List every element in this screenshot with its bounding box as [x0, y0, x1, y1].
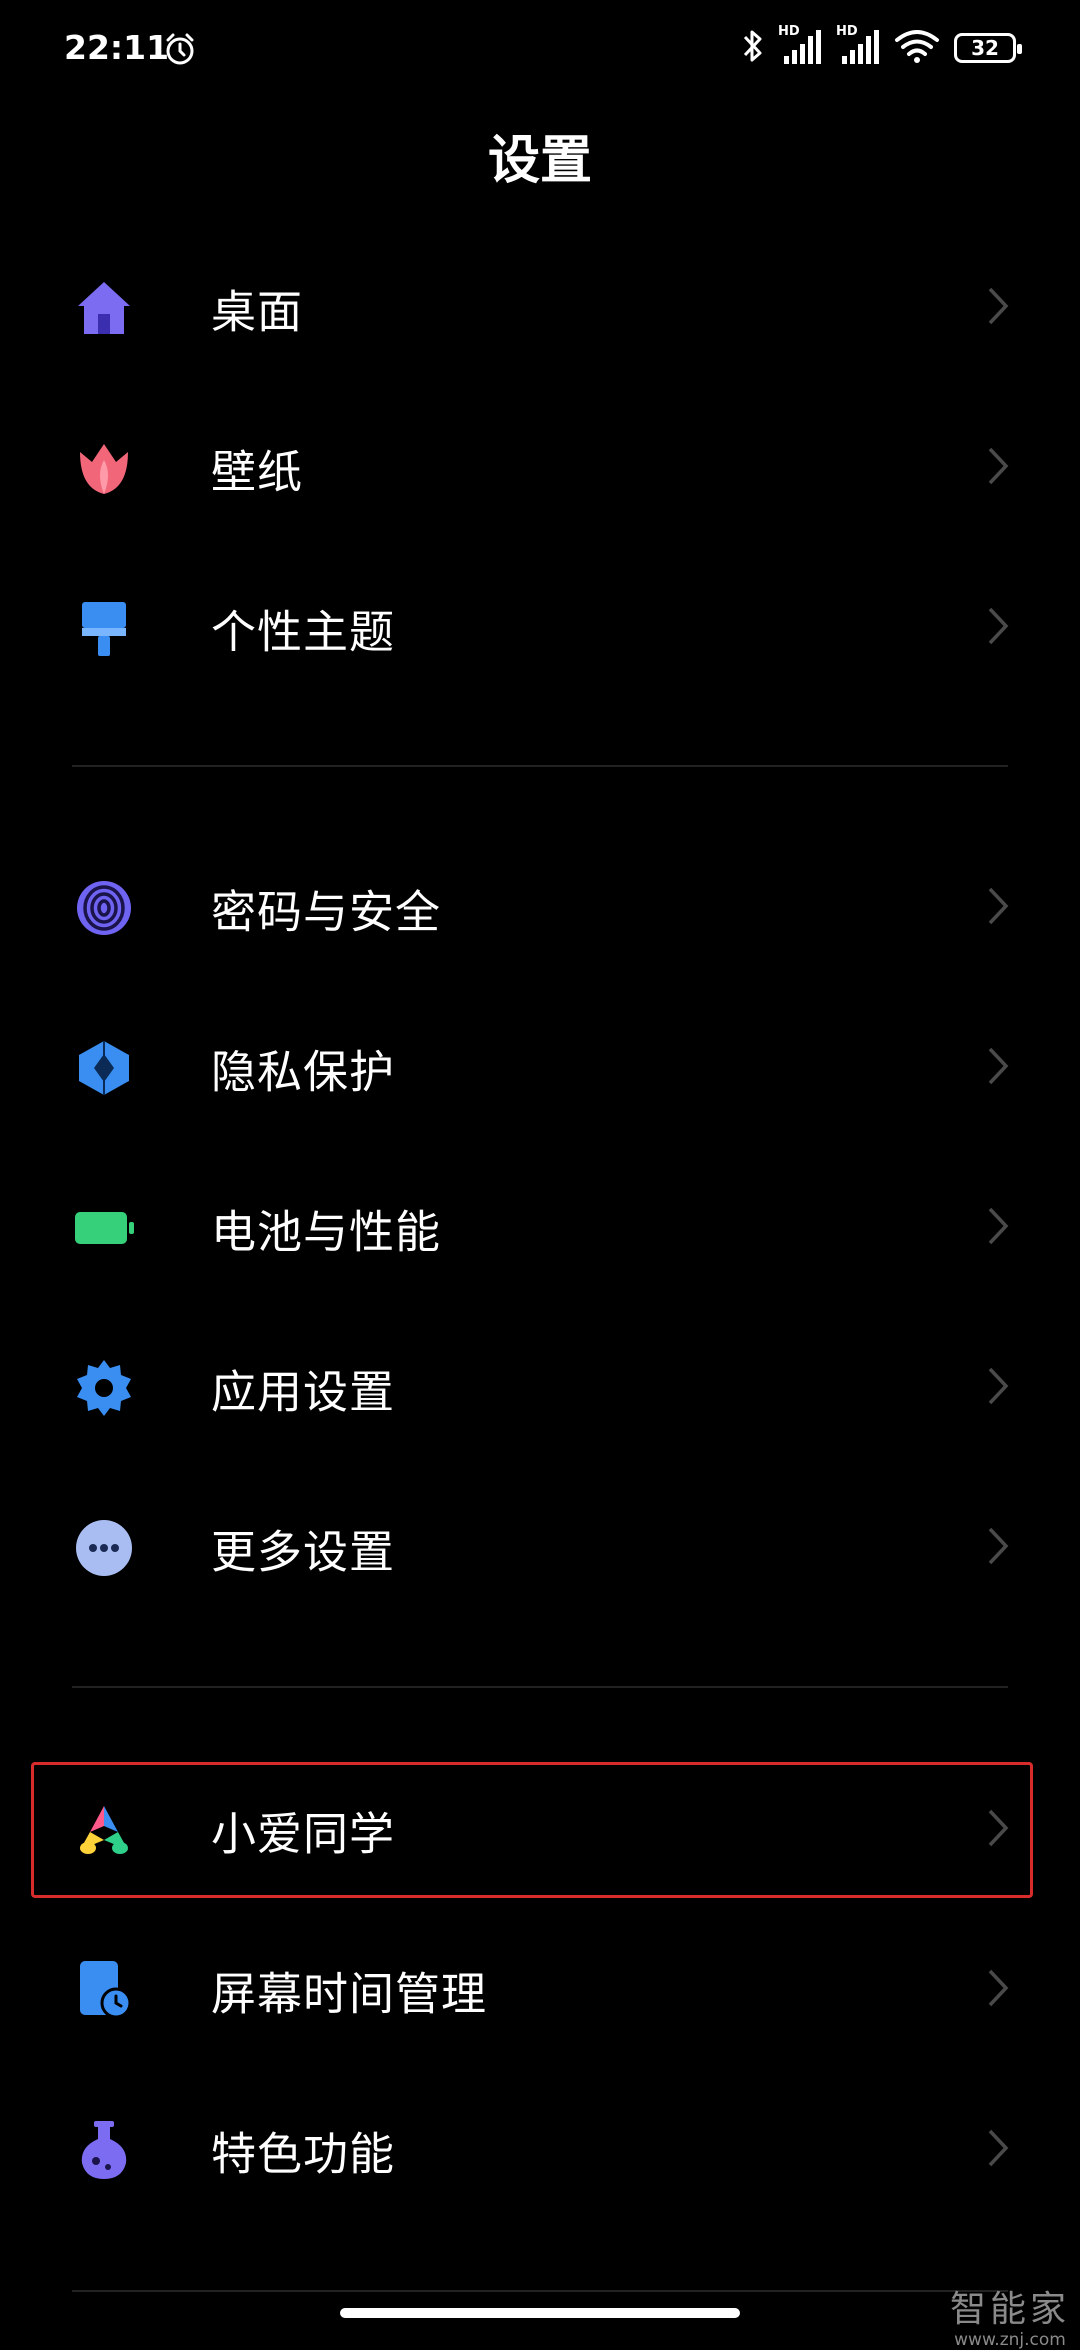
battery-level: 32 [971, 36, 999, 60]
settings-item-desktop[interactable]: 桌面 [0, 238, 1080, 378]
section-divider [72, 2290, 1008, 2292]
settings-item-app-settings[interactable]: 应用设置 [0, 1318, 1080, 1458]
settings-item-label: 电池与性能 [211, 1205, 442, 1259]
clock-time: 22:11 [64, 28, 170, 67]
hd-label-1: HD [778, 24, 800, 39]
settings-item-label: 密码与安全 [211, 885, 442, 939]
settings-item-label: 隐私保护 [211, 1045, 396, 1099]
signal-icon-2: HD [836, 24, 880, 68]
home-indicator[interactable] [340, 2308, 740, 2318]
status-bar: 22:11 HD HD 32 [0, 0, 1080, 100]
alarm-icon [163, 32, 197, 70]
hd-label-2: HD [836, 24, 858, 39]
chevron-right-icon [986, 606, 1010, 650]
settings-item-battery-performance[interactable]: 电池与性能 [0, 1158, 1080, 1298]
page-title: 设置 [487, 131, 592, 191]
settings-item-label: 特色功能 [211, 2127, 396, 2181]
settings-item-more-settings[interactable]: 更多设置 [0, 1478, 1080, 1618]
section-divider [72, 765, 1008, 767]
highlight-box [31, 1762, 1033, 1898]
more-icon [72, 1516, 136, 1580]
battery-indicator: 32 [954, 33, 1022, 63]
chevron-right-icon [986, 2128, 1010, 2172]
battery-icon [72, 1196, 136, 1260]
settings-item-special-features[interactable]: 特色功能 [0, 2080, 1080, 2220]
bluetooth-icon [742, 28, 764, 68]
settings-item-label: 壁纸 [211, 445, 304, 499]
settings-item-label: 桌面 [211, 285, 304, 339]
watermark-url: www.znj.com [954, 2330, 1066, 2350]
section-divider [72, 1686, 1008, 1688]
tulip-icon [72, 436, 136, 500]
chevron-right-icon [986, 1206, 1010, 1250]
settings-item-screen-time[interactable]: 屏幕时间管理 [0, 1920, 1080, 2060]
signal-icon-1: HD [778, 24, 822, 68]
settings-item-themes[interactable]: 个性主题 [0, 558, 1080, 698]
watermark-title: 智能家 [949, 2289, 1070, 2330]
settings-item-password-security[interactable]: 密码与安全 [0, 838, 1080, 978]
screen-time-icon [72, 1958, 136, 2022]
settings-item-wallpaper[interactable]: 壁纸 [0, 398, 1080, 538]
settings-item-label: 个性主题 [211, 605, 396, 659]
wifi-icon [894, 28, 940, 68]
chevron-right-icon [986, 1526, 1010, 1570]
fingerprint-icon [72, 876, 136, 940]
flask-icon [72, 2118, 136, 2182]
gear-icon [72, 1356, 136, 1420]
shield-icon [72, 1036, 136, 1100]
chevron-right-icon [986, 1046, 1010, 1090]
brush-icon [72, 596, 136, 660]
chevron-right-icon [986, 886, 1010, 930]
chevron-right-icon [986, 1968, 1010, 2012]
chevron-right-icon [986, 1366, 1010, 1410]
home-icon [72, 276, 136, 340]
settings-item-label: 更多设置 [211, 1525, 396, 1579]
settings-item-label: 应用设置 [211, 1365, 396, 1419]
chevron-right-icon [986, 286, 1010, 330]
chevron-right-icon [986, 446, 1010, 490]
settings-item-privacy[interactable]: 隐私保护 [0, 998, 1080, 1138]
settings-item-label: 屏幕时间管理 [211, 1967, 488, 2021]
